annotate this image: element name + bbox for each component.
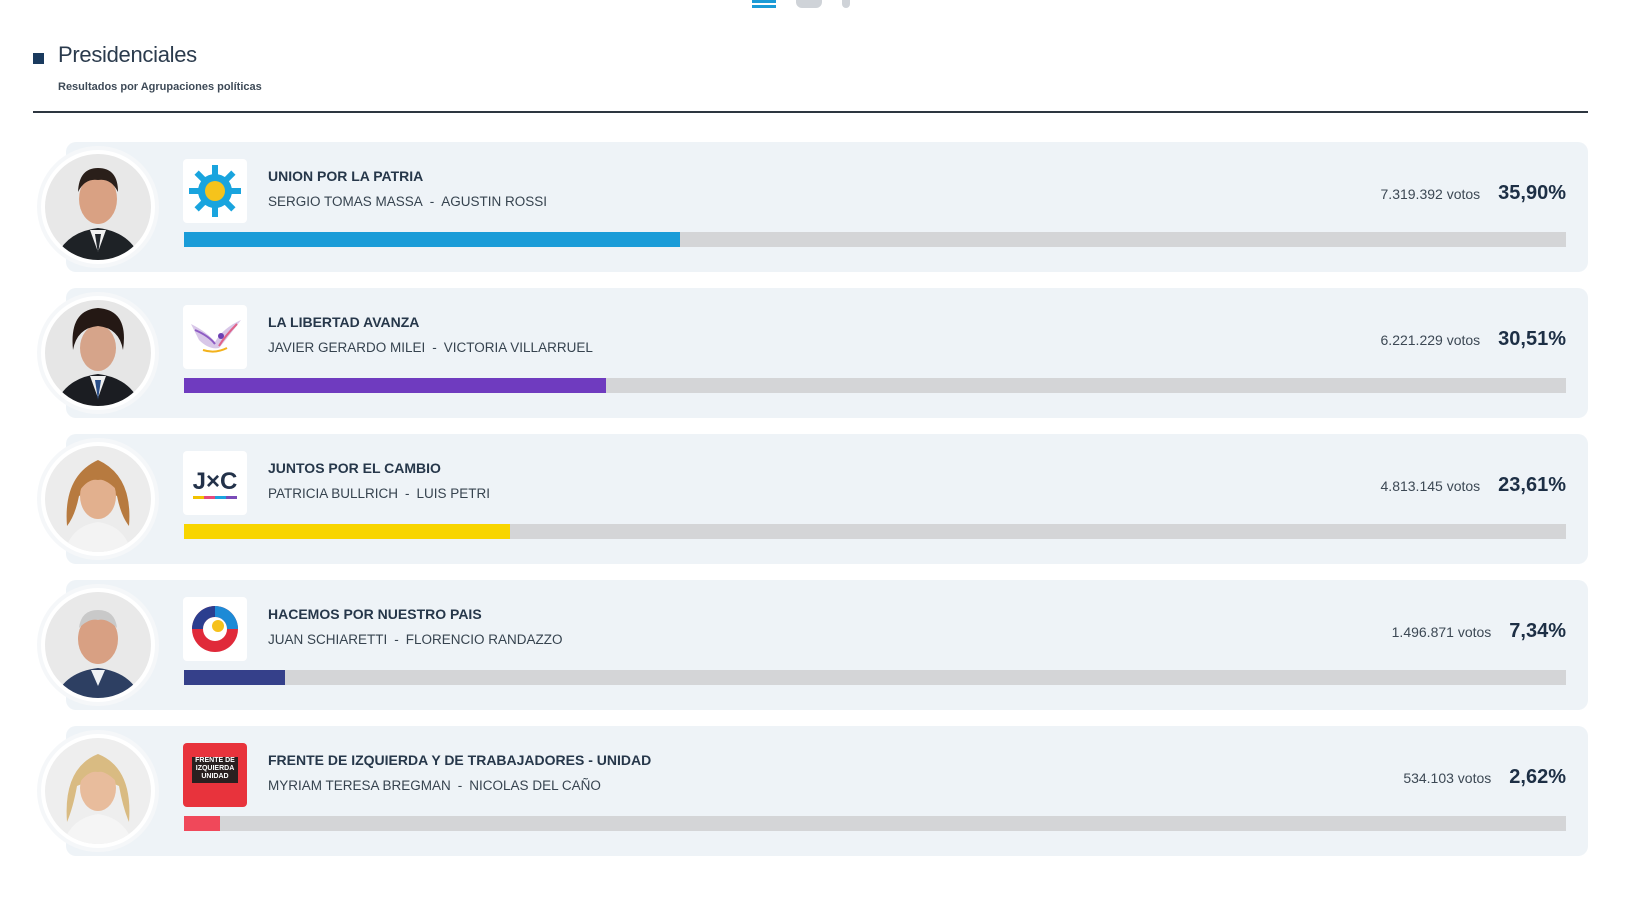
- president-candidate: JAVIER GERARDO MILEI: [268, 340, 426, 355]
- candidate-portrait-icon: [45, 738, 151, 844]
- candidate-photo: [41, 150, 155, 264]
- result-row[interactable]: FRENTE DE IZQUIERDA UNIDAD FRENTE DE IZQ…: [33, 726, 1588, 856]
- candidate-separator: -: [429, 194, 435, 209]
- vote-count: 4.813.145 votos: [1380, 478, 1481, 494]
- bar-chart-icon[interactable]: [752, 0, 776, 8]
- map-icon[interactable]: [796, 0, 822, 8]
- result-row[interactable]: J×C JUNTOS POR EL CAMBIO PATRICIA BULLRI…: [33, 434, 1588, 564]
- progress-fill: [184, 524, 511, 539]
- progress-track: [184, 670, 1566, 685]
- progress-track: [184, 232, 1566, 247]
- section-marker-icon: [33, 53, 44, 64]
- vote-percent: 2,62%: [1509, 766, 1566, 788]
- up-sun-logo-icon: [189, 165, 241, 217]
- candidate-names: MYRIAM TERESA BREGMAN - NICOLAS DEL CAÑO: [268, 778, 601, 793]
- candidate-names: PATRICIA BULLRICH - LUIS PETRI: [268, 486, 490, 501]
- president-candidate: MYRIAM TERESA BREGMAN: [268, 778, 451, 793]
- vote-summary: 1.496.871 votos 7,34%: [1392, 620, 1566, 643]
- candidate-separator: -: [457, 778, 463, 793]
- hacemos-ring-logo-icon: [192, 606, 238, 652]
- result-row[interactable]: LA LIBERTAD AVANZA JAVIER GERARDO MILEI -…: [33, 288, 1588, 418]
- candidate-portrait-icon: [45, 154, 151, 260]
- lla-bird-logo-icon: [191, 320, 241, 353]
- party-name: JUNTOS POR EL CAMBIO: [268, 460, 441, 476]
- vice-candidate: LUIS PETRI: [416, 486, 491, 501]
- candidate-portrait-icon: [45, 446, 151, 552]
- party-logo: [183, 159, 247, 223]
- candidate-photo: [41, 442, 155, 556]
- jxc-logo-icon: J×C: [193, 468, 238, 499]
- progress-fill: [184, 816, 221, 831]
- vice-candidate: AGUSTIN ROSSI: [441, 194, 548, 209]
- candidate-separator: -: [405, 486, 410, 501]
- vote-count: 534.103 votos: [1403, 770, 1492, 786]
- candidate-photo: [41, 588, 155, 702]
- progress-fill: [184, 378, 606, 393]
- result-row[interactable]: HACEMOS POR NUESTRO PAIS JUAN SCHIARETTI…: [33, 580, 1588, 710]
- result-row[interactable]: UNION POR LA PATRIA SERGIO TOMAS MASSA - A…: [33, 142, 1588, 272]
- fit-logo-text: FRENTE DE IZQUIERDA UNIDAD: [195, 757, 235, 780]
- party-logo: FRENTE DE IZQUIERDA UNIDAD: [183, 743, 247, 807]
- party-logo: J×C: [183, 451, 247, 515]
- vote-percent: 35,90%: [1498, 182, 1566, 204]
- vote-summary: 4.813.145 votos 23,61%: [1381, 474, 1566, 497]
- vote-count: 6.221.229 votos: [1380, 332, 1481, 348]
- vote-count: 7.319.392 votos: [1380, 186, 1481, 202]
- party-logo: [183, 305, 247, 369]
- progress-track: [184, 378, 1566, 393]
- results-list: UNION POR LA PATRIA SERGIO TOMAS MASSA - A…: [33, 142, 1588, 872]
- candidate-names: JAVIER GERARDO MILEI - VICTORIA VILLARRUEL: [268, 340, 593, 355]
- view-toggle: [752, 0, 850, 10]
- candidate-portrait-icon: [45, 300, 151, 406]
- progress-fill: [184, 670, 286, 685]
- section-subtitle: Resultados por Agrupaciones políticas: [58, 81, 262, 93]
- fit-logo-icon: FRENTE DE IZQUIERDA UNIDAD: [192, 757, 238, 783]
- vote-summary: 534.103 votos 2,62%: [1403, 766, 1566, 789]
- candidate-names: JUAN SCHIARETTI - FLORENCIO RANDAZZO: [268, 632, 563, 647]
- vote-percent: 30,51%: [1498, 328, 1566, 350]
- president-candidate: PATRICIA BULLRICH: [268, 486, 399, 501]
- candidate-photo: [41, 296, 155, 410]
- party-name: HACEMOS POR NUESTRO PAIS: [268, 606, 482, 622]
- vote-percent: 7,34%: [1509, 620, 1566, 642]
- progress-track: [184, 524, 1566, 539]
- progress-fill: [184, 232, 681, 247]
- header-divider: [33, 111, 1588, 113]
- vote-percent: 23,61%: [1498, 474, 1566, 496]
- candidate-separator: -: [394, 632, 399, 647]
- vice-candidate: NICOLAS DEL CAÑO: [469, 778, 601, 793]
- vice-candidate: FLORENCIO RANDAZZO: [405, 632, 563, 647]
- party-logo: [183, 597, 247, 661]
- party-name: UNION POR LA PATRIA: [268, 168, 424, 184]
- candidate-portrait-icon: [45, 592, 151, 698]
- candidate-separator: -: [432, 340, 437, 355]
- vote-count: 1.496.871 votos: [1391, 624, 1492, 640]
- candidate-photo: [41, 734, 155, 848]
- party-name: FRENTE DE IZQUIERDA Y DE TRABAJADORES - …: [268, 752, 652, 768]
- president-candidate: JUAN SCHIARETTI: [268, 632, 388, 647]
- section-title: Presidenciales: [58, 42, 197, 67]
- vote-summary: 6.221.229 votos 30,51%: [1381, 328, 1566, 351]
- table-icon[interactable]: [842, 0, 850, 8]
- vice-candidate: VICTORIA VILLARRUEL: [443, 340, 593, 355]
- jxc-logo-text: J×C: [193, 468, 238, 495]
- progress-track: [184, 816, 1566, 831]
- vote-summary: 7.319.392 votos 35,90%: [1381, 182, 1566, 205]
- candidate-names: SERGIO TOMAS MASSA - AGUSTIN ROSSI: [268, 194, 547, 209]
- party-name: LA LIBERTAD AVANZA: [268, 314, 420, 330]
- president-candidate: SERGIO TOMAS MASSA: [268, 194, 423, 209]
